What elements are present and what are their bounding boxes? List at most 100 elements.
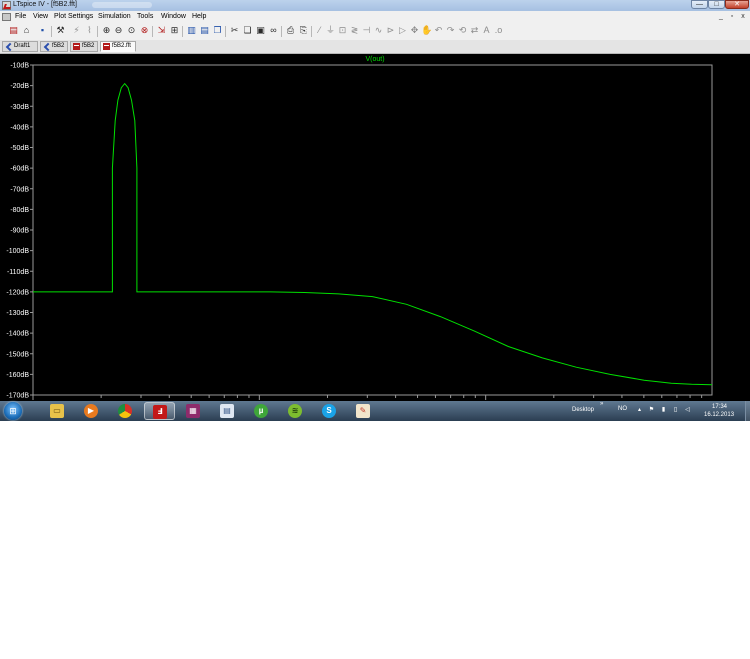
- ltspice-app-icon[interactable]: [2, 1, 11, 10]
- tile-horizontal-icon[interactable]: ▤: [199, 25, 210, 36]
- cut-icon[interactable]: ✂: [229, 25, 240, 36]
- taskbar-skype[interactable]: S: [314, 402, 345, 420]
- input-language-indicator[interactable]: NO: [618, 406, 627, 412]
- toolbar-overflow-chevron[interactable]: »: [600, 401, 603, 407]
- zoom-in-icon[interactable]: ⊕: [101, 25, 112, 36]
- network-icon[interactable]: ▮: [660, 407, 667, 414]
- resistor-icon[interactable]: ≷: [349, 25, 360, 36]
- spice-directive-icon[interactable]: .o: [493, 25, 504, 36]
- ground-icon[interactable]: ⏚: [325, 25, 336, 36]
- menu-help[interactable]: Help: [192, 13, 206, 20]
- menu-view[interactable]: View: [33, 13, 48, 20]
- mirror-icon[interactable]: ⇄: [469, 25, 480, 36]
- open-icon[interactable]: ⌂: [21, 25, 32, 36]
- mdi-minimize-button[interactable]: _: [716, 12, 726, 21]
- taskbar-paint[interactable]: ✎: [348, 402, 379, 420]
- save-icon[interactable]: ▪: [37, 25, 48, 36]
- show-desktop-button[interactable]: [745, 401, 750, 421]
- wire-icon[interactable]: ⁄: [314, 25, 325, 36]
- text-icon[interactable]: A: [481, 25, 492, 36]
- zoom-out-icon[interactable]: ⊖: [113, 25, 124, 36]
- document-tabs: Draft1 f5B2 f5B2 f5B2.fft: [0, 40, 750, 54]
- windows-logo-icon: ⊞: [9, 406, 17, 416]
- trace-v-out[interactable]: [33, 82, 713, 386]
- desktop-toolbar-label[interactable]: Desktop: [572, 407, 594, 413]
- taskbar-utorrent[interactable]: µ: [246, 402, 277, 420]
- clock-time[interactable]: 17:34: [712, 404, 727, 410]
- menu-tools[interactable]: Tools: [137, 13, 153, 20]
- mdi-close-button[interactable]: x: [738, 12, 748, 21]
- signal-icon[interactable]: ▯: [672, 407, 679, 414]
- tab-f5b2-waveform[interactable]: f5B2: [70, 41, 98, 52]
- autorange-icon[interactable]: ⇲: [156, 25, 167, 36]
- taskbar-document[interactable]: ▤: [212, 402, 243, 420]
- label-icon[interactable]: ⊡: [337, 25, 348, 36]
- print-preview-icon[interactable]: ⎘: [298, 25, 309, 36]
- tab-label: f5B2: [52, 43, 65, 49]
- component-icon[interactable]: ▷: [397, 25, 408, 36]
- y-tick-label: -160dB: [6, 372, 29, 379]
- toolbar-separator: [97, 26, 98, 37]
- diode-icon[interactable]: ⊳: [385, 25, 396, 36]
- taskbar-media-player[interactable]: ▶: [76, 402, 107, 420]
- title-glow: [92, 2, 152, 8]
- schematic-icon: [5, 43, 12, 50]
- ltspice-window: LTspice IV - [f5B2.fft] — □ ✕ File View …: [0, 0, 750, 421]
- close-button[interactable]: ✕: [725, 0, 749, 9]
- y-tick-label: -60dB: [10, 166, 29, 173]
- paste-icon[interactable]: ▣: [255, 25, 266, 36]
- copy-icon[interactable]: ❏: [242, 25, 253, 36]
- zoom-fit-icon[interactable]: ⊙: [126, 25, 137, 36]
- find-icon[interactable]: ∞: [268, 25, 279, 36]
- move-icon[interactable]: ✥: [409, 25, 420, 36]
- clock-date[interactable]: 16.12.2013: [704, 412, 734, 418]
- start-button[interactable]: ⊞: [4, 402, 22, 420]
- cascade-icon[interactable]: ❐: [212, 25, 223, 36]
- taskbar-chrome[interactable]: [110, 402, 141, 420]
- taskbar-winrar[interactable]: ▦: [178, 402, 209, 420]
- taskbar-explorer[interactable]: ▭: [42, 402, 73, 420]
- tab-draft1[interactable]: Draft1: [2, 41, 38, 52]
- toolbar-separator: [182, 26, 183, 37]
- tray-expand-icon[interactable]: ▴: [636, 407, 643, 414]
- taskbar-ltspice[interactable]: Ⅎ: [144, 402, 175, 420]
- plot-pane-icon[interactable]: ⊞: [169, 25, 180, 36]
- fft-chart[interactable]: -10dB -20dB -30dB -40dB -50dB -60dB -70dB -80dB…: [0, 54, 750, 401]
- toolbar-separator: [225, 26, 226, 37]
- tile-vertical-icon[interactable]: ▥: [186, 25, 197, 36]
- toolbar-separator: [152, 26, 153, 37]
- print-icon[interactable]: ⎙: [285, 25, 296, 36]
- plot-trace-label[interactable]: V(out): [0, 56, 750, 63]
- document-system-menu-icon[interactable]: [2, 13, 11, 21]
- probe-icon[interactable]: ⌇: [84, 25, 95, 36]
- hammer-icon[interactable]: ⚒: [55, 25, 66, 36]
- capacitor-icon[interactable]: ⊣: [361, 25, 372, 36]
- tab-label: f5B2.fft: [112, 43, 131, 49]
- taskbar-spotify[interactable]: ≋: [280, 402, 311, 420]
- tab-f5b2-fft[interactable]: f5B2.fft: [100, 41, 136, 52]
- menu-window[interactable]: Window: [161, 13, 186, 20]
- waveform-icon: [103, 43, 110, 50]
- undo-icon[interactable]: ↶: [433, 25, 444, 36]
- cancel-zoom-icon[interactable]: ⊗: [139, 25, 150, 36]
- waveform-plot-pane[interactable]: -10dB -20dB -30dB -40dB -50dB -60dB -70dB -80dB…: [0, 54, 750, 401]
- action-center-flag-icon[interactable]: ⚑: [648, 407, 655, 414]
- menu-plot-settings[interactable]: Plot Settings: [54, 13, 93, 20]
- waveform-icon: [73, 43, 80, 50]
- run-icon[interactable]: ⚡: [71, 25, 82, 36]
- maximize-button[interactable]: □: [708, 0, 725, 9]
- utorrent-icon: µ: [254, 404, 268, 418]
- paint-icon: ✎: [356, 404, 370, 418]
- minimize-button[interactable]: —: [691, 0, 708, 9]
- volume-icon[interactable]: ◁: [684, 407, 691, 414]
- menu-file[interactable]: File: [15, 13, 26, 20]
- inductor-icon[interactable]: ∿: [373, 25, 384, 36]
- rotate-icon[interactable]: ⟲: [457, 25, 468, 36]
- tab-f5b2-schematic[interactable]: f5B2: [40, 41, 68, 52]
- menu-simulation[interactable]: Simulation: [98, 13, 131, 20]
- redo-icon[interactable]: ↷: [445, 25, 456, 36]
- mdi-restore-button[interactable]: ▫: [727, 12, 737, 21]
- skype-icon: S: [322, 404, 336, 418]
- drag-icon[interactable]: ✋: [421, 25, 432, 36]
- new-schematic-icon[interactable]: ▤: [8, 25, 19, 36]
